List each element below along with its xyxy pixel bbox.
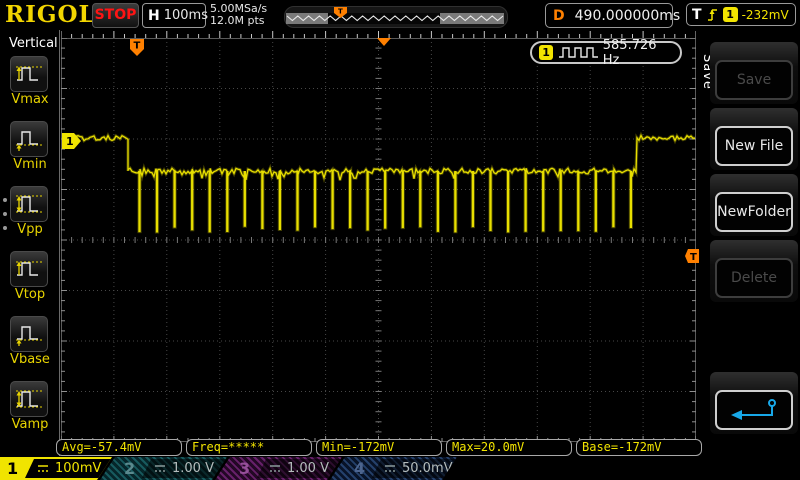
- channel4-scale: 50.0mV: [402, 461, 453, 476]
- trigger-level-marker[interactable]: T: [685, 249, 699, 264]
- measure-item-vamp[interactable]: Vamp: [10, 381, 50, 432]
- softkey-menu-panel: Save Save New File NewFolder Delete: [700, 30, 800, 456]
- square-wave-icon: [559, 47, 598, 58]
- vtop-icon: [10, 251, 48, 287]
- softkey-row: Save: [710, 42, 798, 104]
- top-status-bar: RIGOL STOP H 100ms 5.00MSa/s 12.0M pts T…: [0, 0, 800, 30]
- softkey-row: New File: [710, 108, 798, 170]
- horizontal-label: H: [148, 7, 160, 24]
- memory-depth: 12.0M pts: [210, 14, 265, 27]
- channel2-scale: 1.00 V: [172, 461, 214, 476]
- trigger-source-badge: 1: [722, 7, 738, 22]
- svg-text:T: T: [338, 8, 343, 16]
- vmax-icon: [10, 56, 48, 92]
- vpp-icon: [10, 186, 48, 222]
- trigger-delay-box: D 490.000000ms: [545, 3, 680, 28]
- dc-coupling-icon: [384, 464, 396, 473]
- measurement-avg: Avg=-57.4mV: [56, 439, 182, 456]
- measurement-freq: Freq=*****: [186, 439, 312, 456]
- rising-edge-icon: [707, 9, 717, 21]
- measure-item-vmax[interactable]: Vmax: [10, 56, 50, 107]
- dc-coupling-icon: [154, 464, 166, 473]
- channel4-tab[interactable]: 4 50.0mV: [330, 457, 457, 480]
- measure-menu-panel: Vertical Vmax Vmin Vpp Vtop Vbase Vamp: [0, 30, 60, 456]
- graticule-area: [61, 38, 696, 442]
- trigger-level-value: -232mV: [741, 7, 789, 22]
- dc-coupling-icon: [269, 464, 281, 473]
- softkey-row: Delete: [710, 240, 798, 302]
- run-state-badge: STOP: [92, 3, 139, 28]
- channel1-level-marker[interactable]: 1: [62, 133, 81, 149]
- measure-item-vbase[interactable]: Vbase: [10, 316, 50, 367]
- horizontal-timebase-box: H 100ms: [142, 3, 208, 28]
- measurement-min: Min=-172mV: [316, 439, 442, 456]
- menu-scroll-dots: [3, 188, 7, 240]
- delete-button[interactable]: Delete: [715, 258, 793, 298]
- timebase-value: 100ms: [163, 8, 208, 23]
- new-folder-button[interactable]: NewFolder: [715, 192, 793, 232]
- measure-item-vmin[interactable]: Vmin: [10, 121, 50, 172]
- counter-value: 585.726 Hz: [602, 37, 657, 68]
- trigger-position-flag[interactable]: T: [130, 39, 144, 56]
- channel1-waveform-trace: [61, 131, 695, 234]
- brand-logo: RIGOL: [5, 1, 96, 28]
- memory-waveform-thumbnail: T: [284, 6, 508, 28]
- dc-coupling-icon: [37, 464, 49, 473]
- vamp-icon: [10, 381, 48, 417]
- measure-menu-title: Vertical: [9, 36, 58, 51]
- trigger-info-box: T 1 -232mV: [686, 3, 796, 26]
- vmin-icon: [10, 121, 48, 157]
- svg-text:T: T: [134, 41, 141, 52]
- svg-text:1: 1: [66, 135, 74, 148]
- frequency-counter: 1 585.726 Hz: [530, 38, 682, 68]
- delay-label: D: [553, 7, 565, 24]
- channel1-scale: 100mV: [55, 461, 102, 476]
- delay-value: 490.000000ms: [574, 7, 681, 24]
- measure-item-vtop[interactable]: Vtop: [10, 251, 50, 302]
- measurement-max: Max=20.0mV: [446, 439, 572, 456]
- softkey-row: [710, 372, 798, 434]
- new-file-button[interactable]: New File: [715, 126, 793, 166]
- channel-status-bar: 1 100mV 2 1.00 V 3 1.00 V 4 50.0mV: [0, 456, 800, 480]
- measure-item-vpp[interactable]: Vpp: [10, 186, 50, 237]
- save-button[interactable]: Save: [715, 60, 793, 100]
- channel3-tab[interactable]: 3 1.00 V: [215, 457, 342, 480]
- softkey-row: NewFolder: [710, 174, 798, 236]
- counter-source-badge: 1: [539, 45, 554, 60]
- trigger-center-marker[interactable]: [377, 38, 391, 46]
- back-button[interactable]: [715, 390, 793, 430]
- return-arrow-icon: [731, 399, 776, 420]
- channel1-tab[interactable]: 1 100mV: [0, 457, 112, 480]
- trigger-label: T: [692, 6, 702, 23]
- channel3-scale: 1.00 V: [287, 461, 329, 476]
- channel2-tab[interactable]: 2 1.00 V: [100, 457, 227, 480]
- thumbnail-wave-icon: T: [286, 7, 504, 24]
- measurement-bar: Avg=-57.4mV Freq=***** Min=-172mV Max=20…: [56, 439, 702, 456]
- svg-text:T: T: [690, 252, 697, 263]
- timebase-ruler: [61, 31, 696, 38]
- oscilloscope-screen: RIGOL STOP H 100ms 5.00MSa/s 12.0M pts T…: [0, 0, 800, 480]
- vbase-icon: [10, 316, 48, 352]
- measurement-base: Base=-172mV: [576, 439, 702, 456]
- acquisition-info: 5.00MSa/s 12.0M pts: [210, 3, 267, 27]
